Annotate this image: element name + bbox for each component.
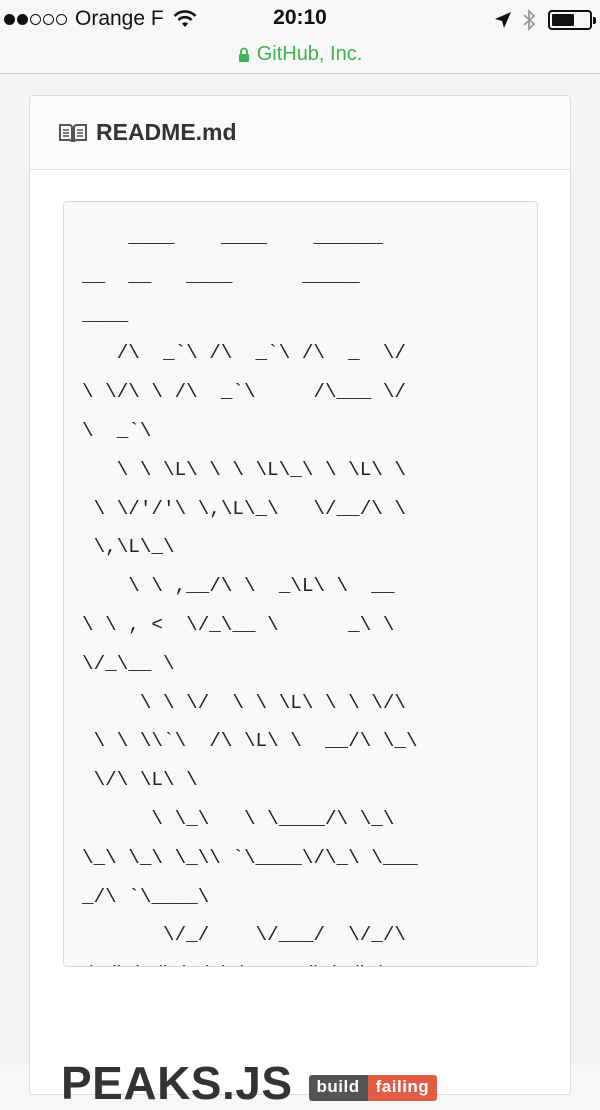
project-heading: PEAKS.JS build failing bbox=[61, 1056, 438, 1110]
bluetooth-icon bbox=[523, 9, 536, 31]
build-status-badge[interactable]: build failing bbox=[308, 1075, 438, 1101]
status-right bbox=[484, 8, 596, 32]
readme-panel: README.md ____ ____ ______ __ __ ____ __… bbox=[29, 95, 571, 1109]
status-bar: Orange F 20:10 bbox=[0, 0, 600, 38]
book-icon bbox=[59, 123, 87, 142]
lock-icon bbox=[238, 47, 249, 62]
location-arrow-icon bbox=[495, 12, 511, 28]
badge-status: failing bbox=[367, 1075, 438, 1101]
ascii-art: ____ ____ ______ __ __ ____ _____ ____ /… bbox=[82, 226, 418, 966]
page-content: README.md ____ ____ ______ __ __ ____ __… bbox=[0, 75, 600, 1109]
battery-icon bbox=[548, 10, 596, 30]
site-name: GitHub, Inc. bbox=[256, 43, 363, 65]
project-title: PEAKS.JS bbox=[61, 1057, 293, 1109]
readme-header: README.md bbox=[30, 96, 570, 170]
readme-title: README.md bbox=[96, 119, 237, 145]
address-bar[interactable]: GitHub, Inc. bbox=[0, 36, 600, 74]
badge-label: build bbox=[308, 1075, 368, 1101]
ascii-art-code-block: ____ ____ ______ __ __ ____ _____ ____ /… bbox=[63, 201, 538, 967]
